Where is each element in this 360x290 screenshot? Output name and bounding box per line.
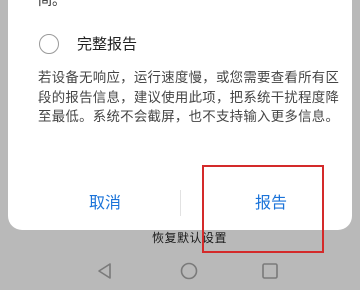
report-button[interactable]: 报告 [196, 188, 346, 218]
cancel-button[interactable]: 取消 [30, 188, 180, 218]
button-divider [180, 190, 181, 216]
background-settings-text: 恢复默认设置 [152, 231, 228, 245]
radio-button[interactable] [39, 33, 59, 54]
back-triangle-icon[interactable] [94, 260, 116, 282]
navigation-bar [0, 252, 360, 290]
home-circle-icon[interactable] [178, 260, 200, 282]
bug-report-dialog: 间。 完整报告 若设备无响应，运行速度慢，或您需要查看所有区段的报告信息，建议使… [8, 0, 352, 230]
previous-option-description-tail: 间。 [38, 0, 66, 9]
full-report-label: 完整报告 [77, 35, 138, 53]
recent-square-icon[interactable] [259, 260, 281, 282]
full-report-description: 若设备无响应，运行速度慢，或您需要查看所有区段的报告信息，建议使用此项，把系统干… [38, 71, 340, 125]
full-report-option[interactable]: 完整报告 [39, 33, 137, 54]
